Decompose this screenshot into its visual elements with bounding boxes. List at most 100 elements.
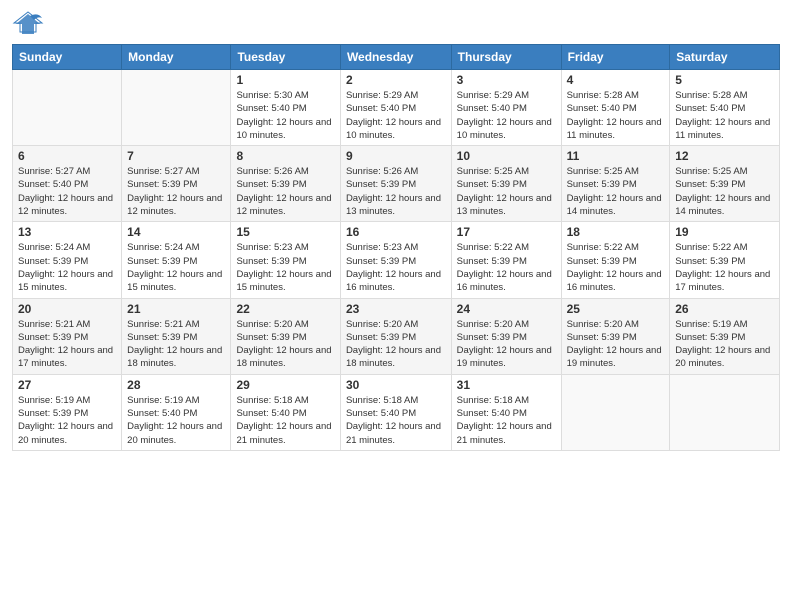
day-info: Sunrise: 5:18 AM Sunset: 5:40 PM Dayligh…: [457, 394, 556, 447]
day-cell: 19 Sunrise: 5:22 AM Sunset: 5:39 PM Dayli…: [670, 222, 780, 298]
day-number: 23: [346, 302, 446, 316]
week-row-3: 13 Sunrise: 5:24 AM Sunset: 5:39 PM Dayli…: [13, 222, 780, 298]
day-info: Sunrise: 5:29 AM Sunset: 5:40 PM Dayligh…: [457, 89, 556, 142]
day-cell: [561, 374, 670, 450]
col-header-monday: Monday: [122, 45, 231, 70]
day-cell: 28 Sunrise: 5:19 AM Sunset: 5:40 PM Dayli…: [122, 374, 231, 450]
day-cell: 14Sunrise: 5:24 AM Sunset: 5:39 PM Dayli…: [122, 222, 231, 298]
day-cell: 3 Sunrise: 5:29 AM Sunset: 5:40 PM Daylig…: [451, 70, 561, 146]
day-cell: 7Sunrise: 5:27 AM Sunset: 5:39 PM Daylig…: [122, 146, 231, 222]
week-row-4: 20 Sunrise: 5:21 AM Sunset: 5:39 PM Dayli…: [13, 298, 780, 374]
week-row-2: 6 Sunrise: 5:27 AM Sunset: 5:40 PM Daylig…: [13, 146, 780, 222]
day-cell: 11 Sunrise: 5:25 AM Sunset: 5:39 PM Dayli…: [561, 146, 670, 222]
col-header-sunday: Sunday: [13, 45, 122, 70]
day-cell: 26Sunrise: 5:19 AM Sunset: 5:39 PM Dayli…: [670, 298, 780, 374]
day-number: 7: [127, 149, 225, 163]
day-number: 4: [567, 73, 665, 87]
day-info: Sunrise: 5:21 AM Sunset: 5:39 PM Dayligh…: [127, 318, 225, 371]
day-number: 6: [18, 149, 116, 163]
logo-bird-icon: [12, 10, 44, 38]
day-number: 10: [457, 149, 556, 163]
day-cell: 5Sunrise: 5:28 AM Sunset: 5:40 PM Daylig…: [670, 70, 780, 146]
header: [12, 10, 780, 38]
day-info: Sunrise: 5:20 AM Sunset: 5:39 PM Dayligh…: [346, 318, 446, 371]
col-header-thursday: Thursday: [451, 45, 561, 70]
day-number: 20: [18, 302, 116, 316]
day-info: Sunrise: 5:24 AM Sunset: 5:39 PM Dayligh…: [18, 241, 116, 294]
day-cell: [670, 374, 780, 450]
day-info: Sunrise: 5:19 AM Sunset: 5:39 PM Dayligh…: [18, 394, 116, 447]
day-info: Sunrise: 5:18 AM Sunset: 5:40 PM Dayligh…: [236, 394, 334, 447]
day-number: 27: [18, 378, 116, 392]
day-cell: 20 Sunrise: 5:21 AM Sunset: 5:39 PM Dayli…: [13, 298, 122, 374]
day-cell: 21 Sunrise: 5:21 AM Sunset: 5:39 PM Dayli…: [122, 298, 231, 374]
page: SundayMondayTuesdayWednesdayThursdayFrid…: [0, 0, 792, 612]
day-info: Sunrise: 5:23 AM Sunset: 5:39 PM Dayligh…: [346, 241, 446, 294]
logo: [12, 10, 48, 38]
day-cell: [13, 70, 122, 146]
day-info: Sunrise: 5:22 AM Sunset: 5:39 PM Dayligh…: [567, 241, 665, 294]
day-number: 25: [567, 302, 665, 316]
day-number: 13: [18, 225, 116, 239]
day-number: 17: [457, 225, 556, 239]
week-row-5: 27 Sunrise: 5:19 AM Sunset: 5:39 PM Dayli…: [13, 374, 780, 450]
day-number: 28: [127, 378, 225, 392]
day-number: 26: [675, 302, 774, 316]
col-header-wednesday: Wednesday: [340, 45, 451, 70]
day-info: Sunrise: 5:18 AM Sunset: 5:40 PM Dayligh…: [346, 394, 446, 447]
day-info: Sunrise: 5:30 AM Sunset: 5:40 PM Dayligh…: [236, 89, 334, 142]
day-cell: 18 Sunrise: 5:22 AM Sunset: 5:39 PM Dayli…: [561, 222, 670, 298]
day-info: Sunrise: 5:25 AM Sunset: 5:39 PM Dayligh…: [675, 165, 774, 218]
day-cell: 6 Sunrise: 5:27 AM Sunset: 5:40 PM Daylig…: [13, 146, 122, 222]
day-cell: 17 Sunrise: 5:22 AM Sunset: 5:39 PM Dayli…: [451, 222, 561, 298]
day-info: Sunrise: 5:29 AM Sunset: 5:40 PM Dayligh…: [346, 89, 446, 142]
calendar: SundayMondayTuesdayWednesdayThursdayFrid…: [12, 44, 780, 451]
day-info: Sunrise: 5:20 AM Sunset: 5:39 PM Dayligh…: [567, 318, 665, 371]
day-number: 29: [236, 378, 334, 392]
col-header-tuesday: Tuesday: [231, 45, 340, 70]
day-info: Sunrise: 5:28 AM Sunset: 5:40 PM Dayligh…: [675, 89, 774, 142]
day-info: Sunrise: 5:22 AM Sunset: 5:39 PM Dayligh…: [457, 241, 556, 294]
day-info: Sunrise: 5:26 AM Sunset: 5:39 PM Dayligh…: [236, 165, 334, 218]
day-info: Sunrise: 5:24 AM Sunset: 5:39 PM Dayligh…: [127, 241, 225, 294]
day-cell: 27 Sunrise: 5:19 AM Sunset: 5:39 PM Dayli…: [13, 374, 122, 450]
day-info: Sunrise: 5:21 AM Sunset: 5:39 PM Dayligh…: [18, 318, 116, 371]
day-cell: 1 Sunrise: 5:30 AM Sunset: 5:40 PM Daylig…: [231, 70, 340, 146]
day-info: Sunrise: 5:20 AM Sunset: 5:39 PM Dayligh…: [236, 318, 334, 371]
day-number: 12: [675, 149, 774, 163]
day-info: Sunrise: 5:22 AM Sunset: 5:39 PM Dayligh…: [675, 241, 774, 294]
day-number: 15: [236, 225, 334, 239]
day-cell: 4 Sunrise: 5:28 AM Sunset: 5:40 PM Daylig…: [561, 70, 670, 146]
header-row: SundayMondayTuesdayWednesdayThursdayFrid…: [13, 45, 780, 70]
day-info: Sunrise: 5:23 AM Sunset: 5:39 PM Dayligh…: [236, 241, 334, 294]
day-number: 2: [346, 73, 446, 87]
day-number: 22: [236, 302, 334, 316]
day-info: Sunrise: 5:27 AM Sunset: 5:40 PM Dayligh…: [18, 165, 116, 218]
day-cell: 16 Sunrise: 5:23 AM Sunset: 5:39 PM Dayli…: [340, 222, 451, 298]
day-info: Sunrise: 5:28 AM Sunset: 5:40 PM Dayligh…: [567, 89, 665, 142]
day-info: Sunrise: 5:20 AM Sunset: 5:39 PM Dayligh…: [457, 318, 556, 371]
day-cell: 30Sunrise: 5:18 AM Sunset: 5:40 PM Dayli…: [340, 374, 451, 450]
day-number: 24: [457, 302, 556, 316]
day-number: 1: [236, 73, 334, 87]
day-info: Sunrise: 5:25 AM Sunset: 5:39 PM Dayligh…: [567, 165, 665, 218]
col-header-friday: Friday: [561, 45, 670, 70]
day-number: 21: [127, 302, 225, 316]
day-cell: 8Sunrise: 5:26 AM Sunset: 5:39 PM Daylig…: [231, 146, 340, 222]
day-cell: 10Sunrise: 5:25 AM Sunset: 5:39 PM Dayli…: [451, 146, 561, 222]
day-number: 11: [567, 149, 665, 163]
day-cell: 13 Sunrise: 5:24 AM Sunset: 5:39 PM Dayli…: [13, 222, 122, 298]
day-cell: 29 Sunrise: 5:18 AM Sunset: 5:40 PM Dayli…: [231, 374, 340, 450]
day-info: Sunrise: 5:26 AM Sunset: 5:39 PM Dayligh…: [346, 165, 446, 218]
day-info: Sunrise: 5:19 AM Sunset: 5:40 PM Dayligh…: [127, 394, 225, 447]
day-cell: 22 Sunrise: 5:20 AM Sunset: 5:39 PM Dayli…: [231, 298, 340, 374]
day-number: 3: [457, 73, 556, 87]
day-cell: 9Sunrise: 5:26 AM Sunset: 5:39 PM Daylig…: [340, 146, 451, 222]
day-cell: 25 Sunrise: 5:20 AM Sunset: 5:39 PM Dayli…: [561, 298, 670, 374]
day-number: 18: [567, 225, 665, 239]
day-number: 16: [346, 225, 446, 239]
col-header-saturday: Saturday: [670, 45, 780, 70]
day-number: 31: [457, 378, 556, 392]
day-number: 19: [675, 225, 774, 239]
week-row-1: 1 Sunrise: 5:30 AM Sunset: 5:40 PM Daylig…: [13, 70, 780, 146]
